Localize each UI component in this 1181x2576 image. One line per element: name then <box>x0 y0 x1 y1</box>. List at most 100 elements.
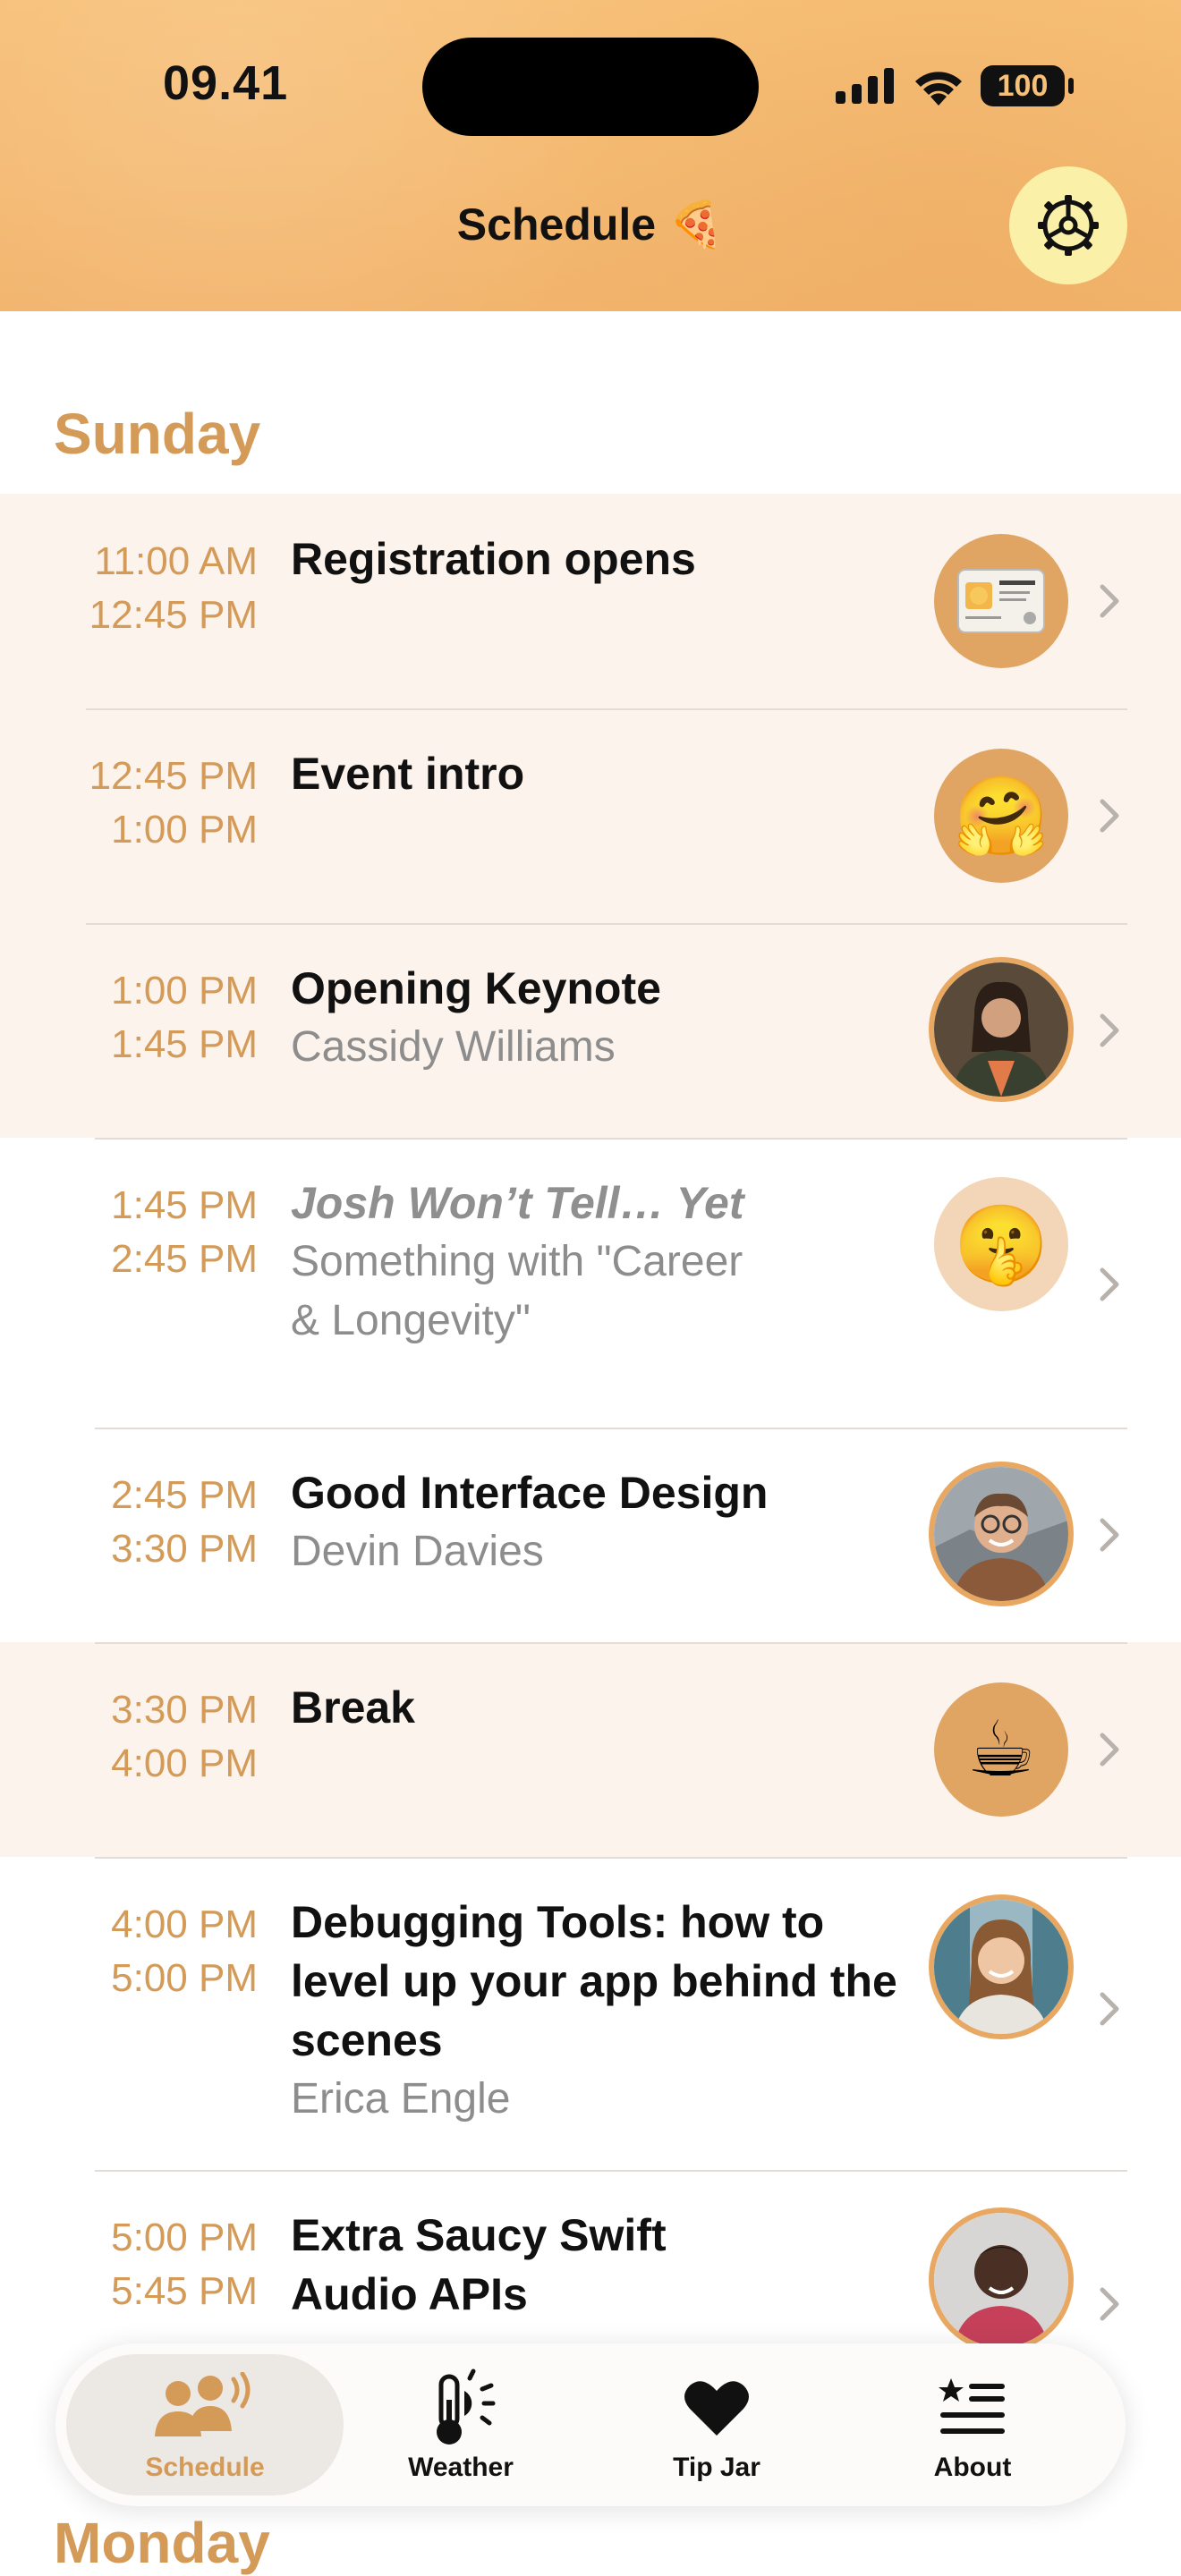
session-title: Debugging Tools: how to level up your ap… <box>291 1893 908 2070</box>
session-avatar: ☕ <box>934 1682 1068 1817</box>
battery-indicator: 100 <box>981 65 1074 106</box>
title-line: level up your app behind the <box>291 1956 897 2006</box>
row-divider <box>86 708 1127 710</box>
session-speaker: Erica Engle <box>291 2075 511 2123</box>
chevron-right-icon <box>1100 1267 1119 1301</box>
tab-weather[interactable]: Weather <box>322 2354 599 2496</box>
speaker-photo <box>929 1894 1074 2039</box>
row-divider <box>95 1857 1127 1859</box>
cellular-signal-icon <box>836 68 894 104</box>
tab-label: Schedule <box>145 2453 265 2482</box>
session-title: Opening Keynote <box>291 963 661 1013</box>
end-time: 12:45 PM <box>89 593 258 637</box>
start-time: 11:00 AM <box>94 539 258 583</box>
star-list-icon <box>939 2378 1005 2434</box>
section-title-sunday: Sunday <box>54 402 261 466</box>
subtitle-line: & Longevity" <box>291 1297 531 1344</box>
row-divider <box>95 1642 1127 1644</box>
session-times: 5:00 PM 5:45 PM <box>111 2211 258 2318</box>
start-time: 12:45 PM <box>89 754 258 798</box>
chevron-right-icon <box>1100 1013 1119 1047</box>
speaker-photo-icon <box>934 962 1068 1097</box>
row-divider <box>95 1138 1127 1140</box>
session-speaker: Cassidy Williams <box>291 1023 616 1071</box>
tab-label: Tip Jar <box>673 2453 760 2482</box>
chevron-right-icon <box>1100 2287 1119 2321</box>
gear-icon <box>1038 195 1099 256</box>
session-row[interactable]: 5:00 PM 5:45 PM Extra Saucy Swift Audio … <box>0 2170 1181 2352</box>
end-time: 4:00 PM <box>111 1741 258 1785</box>
session-times: 3:30 PM 4:00 PM <box>111 1683 258 1791</box>
end-time: 1:45 PM <box>111 1022 258 1066</box>
dynamic-island <box>422 38 759 136</box>
chevron-right-icon <box>1100 1518 1119 1552</box>
id-card-cat-icon <box>957 569 1045 633</box>
wifi-icon <box>915 72 962 106</box>
session-row[interactable]: 1:45 PM 2:45 PM Josh Won’t Tell… Yet Som… <box>0 1138 1181 1428</box>
status-icons: 100 <box>836 59 1074 113</box>
tab-label: Weather <box>408 2453 514 2482</box>
start-time: 1:45 PM <box>111 1183 258 1227</box>
session-title: Extra Saucy Swift Audio APIs <box>291 2206 908 2324</box>
status-time: 09.41 <box>163 56 289 110</box>
chevron-right-icon <box>1100 1733 1119 1767</box>
session-avatar: 🤫 <box>934 1177 1068 1311</box>
tab-about[interactable]: About <box>834 2354 1111 2496</box>
speaker-photo <box>929 2207 1074 2352</box>
title-line: Extra Saucy Swift <box>291 2210 667 2260</box>
nav-header: 09.41 100 Schedule 🍕 <box>0 0 1181 311</box>
session-times: 2:45 PM 3:30 PM <box>111 1469 258 1576</box>
settings-button[interactable] <box>1009 166 1127 284</box>
session-row[interactable]: 11:00 AM 12:45 PM Registration opens <box>0 494 1181 708</box>
coffee-emoji-icon: ☕ <box>966 1707 1036 1792</box>
session-row[interactable]: 3:30 PM 4:00 PM Break ☕ <box>0 1642 1181 1857</box>
session-row[interactable]: 2:45 PM 3:30 PM Good Interface Design De… <box>0 1428 1181 1642</box>
chevron-right-icon <box>1100 1992 1119 2026</box>
row-divider <box>95 2170 1127 2172</box>
end-time: 1:00 PM <box>111 808 258 852</box>
speaker-photo-icon <box>934 1900 1068 2034</box>
session-subtitle: Something with "Career & Longevity" <box>291 1233 908 1351</box>
end-time: 5:45 PM <box>111 2269 258 2313</box>
start-time: 5:00 PM <box>111 2216 258 2259</box>
tab-tip-jar[interactable]: Tip Jar <box>578 2354 855 2496</box>
speaker-photo-icon <box>934 1467 1068 1601</box>
session-times: 1:45 PM 2:45 PM <box>111 1179 258 1286</box>
end-time: 3:30 PM <box>111 1527 258 1571</box>
tab-bar: Schedule Weather Tip Jar About <box>55 2343 1126 2506</box>
start-time: 2:45 PM <box>111 1473 258 1517</box>
session-title: Good Interface Design <box>291 1468 769 1518</box>
tab-label: About <box>933 2453 1012 2482</box>
session-times: 12:45 PM 1:00 PM <box>89 750 258 857</box>
session-avatar <box>934 534 1068 668</box>
session-title: Break <box>291 1682 415 1733</box>
section-title-monday: Monday <box>54 2511 270 2575</box>
session-title: Registration opens <box>291 534 696 584</box>
people-broadcast-icon <box>155 2372 251 2436</box>
row-divider <box>86 923 1127 925</box>
chevron-right-icon <box>1100 584 1119 618</box>
start-time: 1:00 PM <box>111 969 258 1013</box>
subtitle-line: Something with "Career <box>291 1238 743 1285</box>
start-time: 3:30 PM <box>111 1688 258 1732</box>
session-title: Event intro <box>291 749 525 799</box>
tab-schedule[interactable]: Schedule <box>66 2354 344 2496</box>
shushing-face-emoji-icon: 🤫 <box>953 1201 1049 1288</box>
end-time: 2:45 PM <box>111 1237 258 1281</box>
end-time: 5:00 PM <box>111 1956 258 2000</box>
session-speaker: Devin Davies <box>291 1528 544 1575</box>
title-line: Audio APIs <box>291 2269 528 2319</box>
start-time: 4:00 PM <box>111 1902 258 1946</box>
chevron-right-icon <box>1100 799 1119 833</box>
session-row[interactable]: 1:00 PM 1:45 PM Opening Keynote Cassidy … <box>0 923 1181 1138</box>
session-avatar: 🤗 <box>934 749 1068 883</box>
session-row[interactable]: 4:00 PM 5:00 PM Debugging Tools: how to … <box>0 1857 1181 2170</box>
speaker-photo-icon <box>934 2213 1068 2347</box>
title-line: scenes <box>291 2015 443 2065</box>
heart-icon <box>684 2381 749 2436</box>
session-title: Josh Won’t Tell… Yet <box>291 1178 744 1228</box>
session-row[interactable]: 12:45 PM 1:00 PM Event intro 🤗 <box>0 708 1181 923</box>
page-title: Schedule 🍕 <box>456 199 725 250</box>
speaker-photo <box>929 1462 1074 1606</box>
session-times: 11:00 AM 12:45 PM <box>89 535 258 642</box>
